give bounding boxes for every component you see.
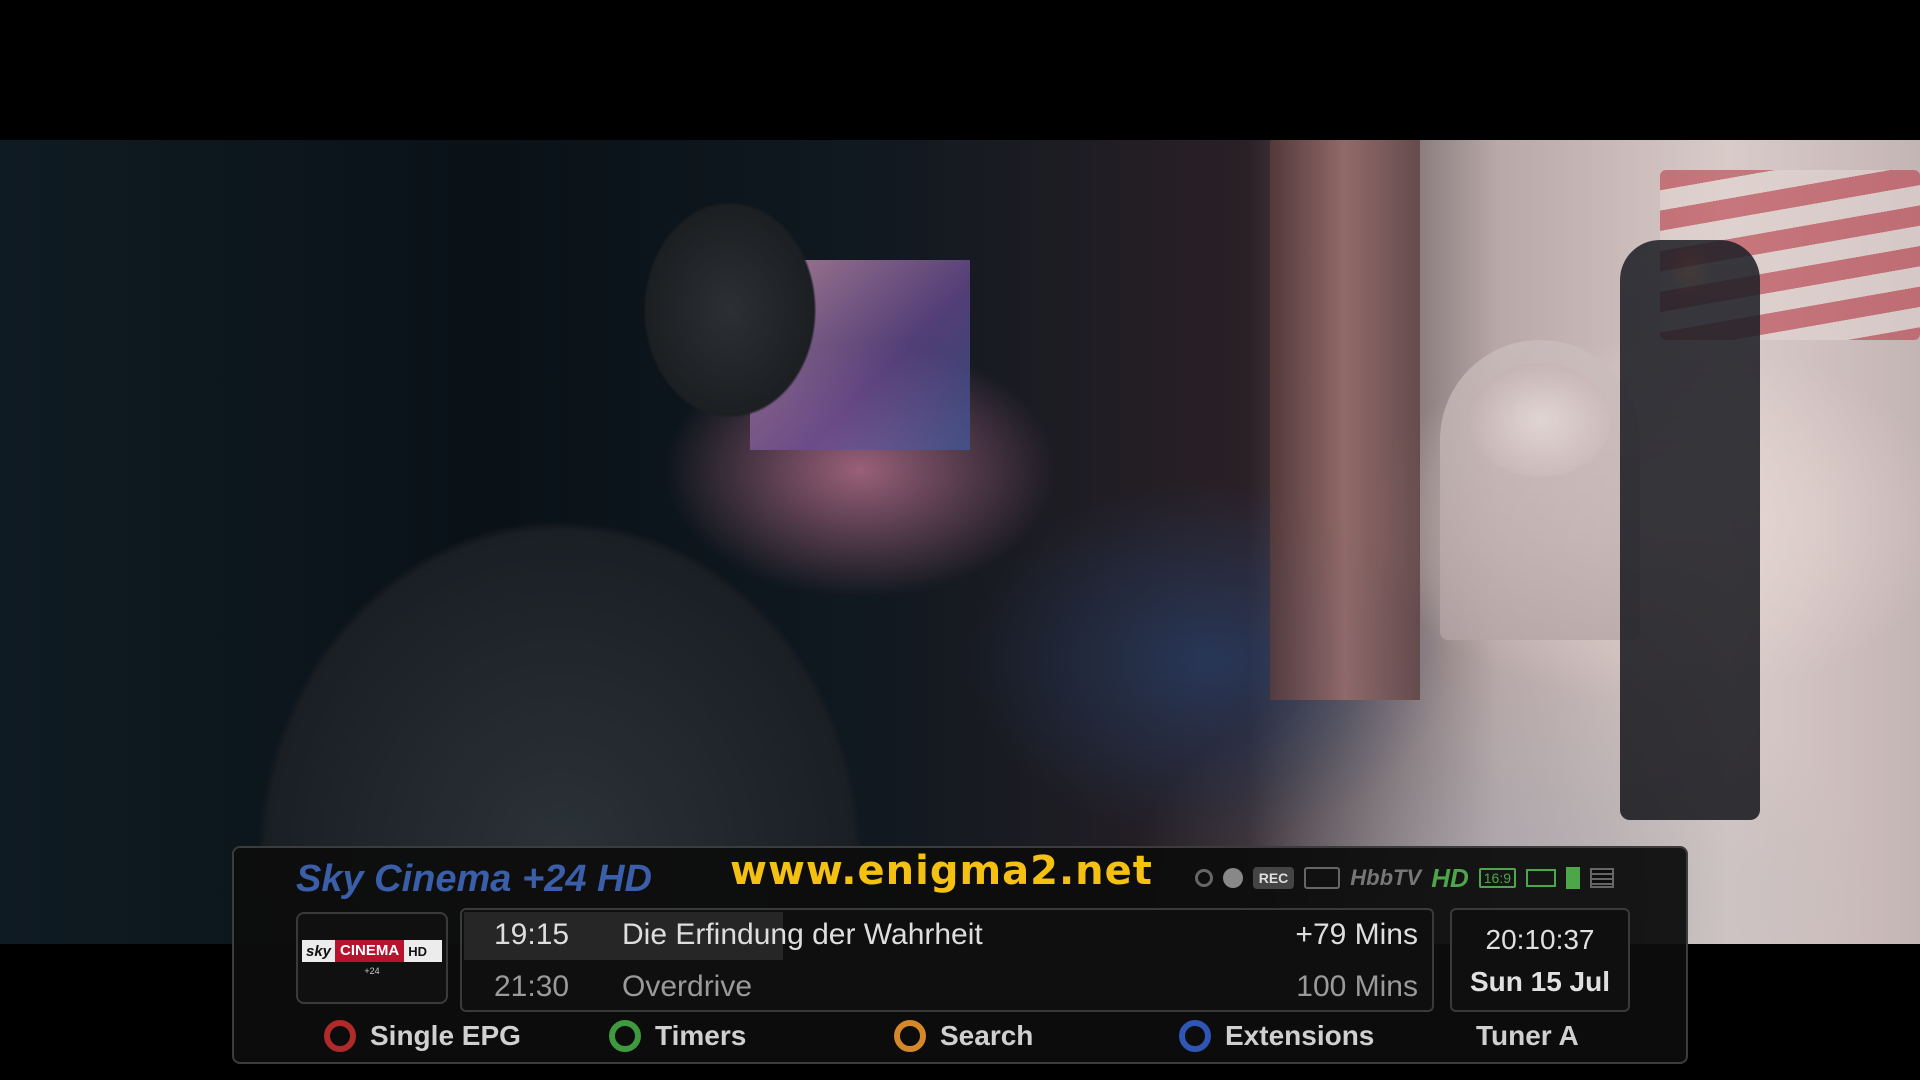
video-frame [0, 140, 1920, 944]
yellow-button[interactable]: Search [894, 1020, 1033, 1052]
epg-panel: 19:15 Die Erfindung der Wahrheit +79 Min… [460, 908, 1434, 1012]
green-button-label: Timers [655, 1020, 747, 1051]
red-button[interactable]: Single EPG [324, 1020, 521, 1052]
channel-name: Sky Cinema +24 HD [296, 858, 652, 900]
tv-icon [1304, 867, 1341, 889]
epg-now-row: 19:15 Die Erfindung der Wahrheit +79 Min… [462, 910, 1432, 960]
video-scene-person [1620, 240, 1760, 820]
rec-badge: REC [1252, 867, 1295, 889]
clock-panel: 20:10:37 Sun 15 Jul [1450, 908, 1630, 1012]
dolby-icon [1526, 869, 1556, 887]
yellow-button-label: Search [940, 1020, 1034, 1051]
epg-now-title: Die Erfindung der Wahrheit [622, 918, 983, 951]
logo-sky: sky [306, 942, 332, 960]
epg-now-duration: +79 Mins [1295, 918, 1418, 951]
channel-logo: sky CINEMA HD +24 [296, 912, 448, 1004]
video-scene-pillar [1270, 140, 1420, 700]
epg-next-time: 21:30 [494, 970, 570, 1003]
epg-now-time: 19:15 [494, 918, 570, 951]
clock-time: 20:10:37 [1485, 924, 1595, 955]
epg-next-row: 21:30 Overdrive 100 Mins [462, 962, 1432, 1012]
tuner-label: Tuner A [1476, 1020, 1579, 1051]
video-scene-man [110, 140, 1010, 944]
logo-hd: HD [408, 943, 427, 959]
hd-icon: HD [1431, 862, 1469, 893]
infobar: Sky Cinema +24 HD www.enigma2.net REC Hb… [232, 846, 1688, 1064]
epg-next-duration: 100 Mins [1296, 970, 1418, 1003]
logo-cinema: CINEMA [335, 940, 405, 962]
teletext-icon [1590, 868, 1614, 888]
blue-button-label: Extensions [1225, 1020, 1375, 1051]
blue-button-icon [1179, 1020, 1211, 1052]
epg-next-title: Overdrive [622, 970, 753, 1003]
red-button-icon [324, 1020, 356, 1052]
yellow-button-icon [894, 1020, 926, 1052]
colour-buttons: Single EPG Timers Search Extensions Tune… [234, 1020, 1686, 1060]
watermark: www.enigma2.net [730, 848, 1153, 894]
clock-date: Sun 15 Jul [1469, 966, 1611, 997]
record-dot-icon [1222, 868, 1243, 888]
hbbtv-icon: HbbTV [1350, 865, 1422, 890]
logo-strip: sky CINEMA HD [302, 940, 442, 962]
aspect-icon: 16:9 [1478, 868, 1516, 888]
video-scene-capitol [1440, 340, 1640, 640]
green-bar-icon [1566, 867, 1580, 889]
status-icons: REC HbbTV HD 16:9 [1194, 862, 1614, 893]
audio-icon [1194, 869, 1213, 887]
logo-sub: +24 [364, 966, 380, 976]
red-button-label: Single EPG [370, 1020, 521, 1051]
green-button[interactable]: Timers [609, 1020, 746, 1052]
green-button-icon [609, 1020, 641, 1052]
blue-button[interactable]: Extensions [1179, 1020, 1374, 1052]
